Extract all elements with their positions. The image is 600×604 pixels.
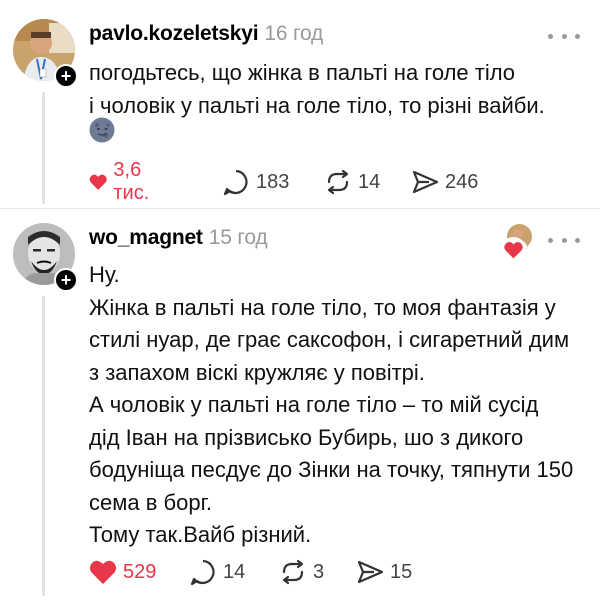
post-text-line: погодьтесь, що жінка в пальті на голе ті… (89, 60, 516, 85)
repost-icon (327, 169, 349, 195)
more-icon[interactable] (548, 230, 580, 250)
liked-by-author-avatar[interactable] (501, 224, 532, 262)
timestamp: 16 год (264, 22, 324, 45)
share-button[interactable]: 15 (356, 556, 412, 588)
post-text-line: і чоловік у пальті на голе тіло, то різн… (89, 92, 545, 118)
like-button[interactable]: 529 (89, 556, 156, 588)
share-icon (412, 170, 439, 194)
follow-plus-icon[interactable]: + (54, 64, 78, 88)
post-text-line: з запахом віскі кружляє у повітрі. (89, 359, 425, 385)
new-moon-face-emoji-icon (89, 117, 115, 143)
share-button[interactable]: 246 (411, 166, 478, 198)
repost-icon (282, 559, 304, 585)
heart-icon (89, 174, 107, 190)
share-count: 246 (445, 170, 479, 193)
username[interactable]: wo_magnet 15 год (89, 226, 268, 250)
thread-line (42, 92, 45, 204)
comment-button[interactable]: 183 (222, 166, 289, 198)
timestamp: 15 год (208, 226, 268, 249)
post-text-line: сема в борг. (89, 489, 213, 515)
repost-count: 3 (313, 560, 325, 583)
share-icon (357, 560, 384, 584)
repost-count: 14 (358, 170, 381, 193)
share-count: 15 (390, 560, 413, 583)
post-text-line: Жінка в пальті на голе тіло, то моя фант… (89, 294, 556, 320)
post-text: погодьтесь, що жінка в пальті на голе ті… (89, 57, 579, 122)
post-text-line: дід Іван на прізвисько Бубирь, шо з дико… (89, 424, 524, 450)
repost-button[interactable]: 14 (324, 166, 380, 198)
comment-icon (223, 169, 248, 196)
like-count: 529 (123, 560, 157, 583)
thread-line (42, 296, 45, 596)
post-1: + pavlo.kozeletskyi 16 год погодьтесь, що… (0, 0, 600, 210)
comment-count: 14 (223, 560, 246, 583)
post-text-line: Ну. (89, 262, 120, 287)
like-button[interactable]: 3,6 тис. (89, 159, 159, 204)
post-text: Ну. Жінка в пальті на голе тіло, то моя … (89, 259, 579, 552)
post-text-line: Тому так.Вайб різний. (89, 522, 312, 547)
comment-icon (190, 559, 215, 586)
follow-plus-icon[interactable]: + (54, 268, 78, 292)
post-2: + wo_magnet 15 год Ну. Жінка в пальті на … (0, 213, 600, 604)
comment-button[interactable]: 14 (189, 556, 245, 588)
post-text-line: А чоловік у пальті на голе тіло – то мій… (89, 392, 539, 417)
comment-count: 183 (256, 170, 290, 193)
username[interactable]: pavlo.kozeletskyi 16 год (89, 22, 323, 46)
like-count: 3,6 тис. (113, 159, 150, 204)
heart-icon (90, 560, 116, 584)
more-icon[interactable] (548, 26, 580, 46)
post-text-line: стилі нуар, де грає саксофон, і сигаретн… (89, 327, 570, 352)
repost-button[interactable]: 3 (279, 556, 324, 588)
post-text-line: бодуніща песдує до Зінки на точку, тяпну… (89, 457, 574, 482)
divider (0, 208, 600, 209)
